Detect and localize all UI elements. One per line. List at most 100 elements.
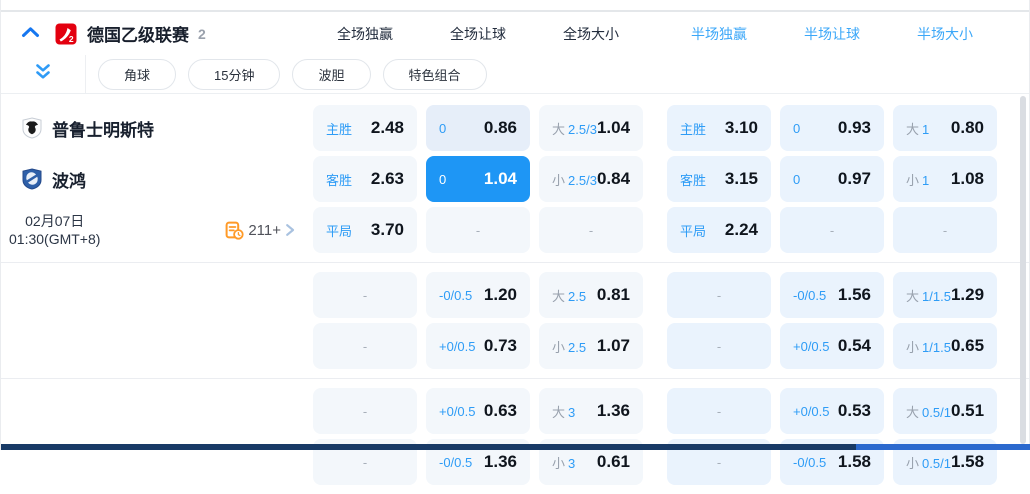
odds-cell-r1-c1[interactable]: 0 1.04: [426, 156, 530, 202]
odds-cell-r3-c4[interactable]: -0/0.5 1.56: [780, 272, 884, 318]
column-header-3[interactable]: 半场独赢: [667, 24, 771, 44]
odds-cell-r1-c0[interactable]: 客胜 2.63: [313, 156, 417, 202]
odds-value: 1.36: [596, 401, 630, 420]
collapse-league-button[interactable]: [17, 26, 43, 41]
odds-cell-r3-c3[interactable]: -: [667, 272, 771, 318]
odds-cell-r1-c3[interactable]: 客胜 3.15: [667, 156, 771, 202]
market-pill-3[interactable]: 特色组合: [382, 58, 487, 90]
odds-cell-r0-c5[interactable]: 大 1 0.80: [893, 105, 997, 151]
odds-cell-r4-c0[interactable]: -: [313, 323, 417, 369]
odds-row: 02月07日 01:30(GMT+8) 211+ 平局 3.70- - 平局 2.24- -: [1, 207, 1029, 253]
odds-cell-r2-c3[interactable]: 平局 2.24: [667, 207, 771, 253]
odds-value: 1.07: [596, 336, 630, 355]
market-pills: 角球 15分钟 波胆 特色组合: [86, 58, 487, 90]
odds-label-prefix: 大: [552, 404, 566, 420]
double-chevron-down-icon: [34, 63, 52, 85]
bottom-bar-segment: [856, 444, 1030, 450]
league-name: 德国乙级联赛: [87, 26, 189, 45]
column-header-0[interactable]: 全场独赢: [313, 24, 417, 44]
market-pill-0[interactable]: 角球: [98, 58, 177, 90]
odds-cell-r5-c1[interactable]: +0/0.5 0.63: [426, 388, 530, 434]
odds-value: 2.63: [370, 169, 404, 188]
odds-cell-r4-c1[interactable]: +0/0.5 0.73: [426, 323, 530, 369]
odds-cell-r0-c2[interactable]: 大 2.5/3 1.04: [539, 105, 643, 151]
odds-cell-r1-c4[interactable]: 0 0.97: [780, 156, 884, 202]
odds-label: 0: [793, 171, 801, 187]
odds-label: 大3: [552, 404, 576, 420]
column-header-4[interactable]: 半场让球: [780, 24, 884, 44]
odds-cell-r3-c1[interactable]: -0/0.5 1.20: [426, 272, 530, 318]
odds-cell-r0-c1[interactable]: 0 0.86: [426, 105, 530, 151]
odds-value: 1.20: [483, 285, 517, 304]
odds-cell-r5-c2[interactable]: 大 3 1.36: [539, 388, 643, 434]
odds-cell-r0-c0[interactable]: 主胜 2.48: [313, 105, 417, 151]
odds-group-0: 普鲁士明斯特 主胜 2.48 0 0.86 大 2.5/3 1.04 主胜 3.10 0 0.93 大 1…: [1, 94, 1029, 262]
league-header-left: 2 德国乙级联赛 2: [1, 21, 309, 46]
odds-cell-r2-c2[interactable]: -: [539, 207, 643, 253]
odds-cell-r2-c0[interactable]: 平局 3.70: [313, 207, 417, 253]
odds-cell-r4-c4[interactable]: +0/0.5 0.54: [780, 323, 884, 369]
odds-cell-r4-c5[interactable]: 小 1/1.5 0.65: [893, 323, 997, 369]
odds-row: 普鲁士明斯特 主胜 2.48 0 0.86 大 2.5/3 1.04 主胜 3.10 0 0.93 大 1…: [1, 105, 1029, 151]
column-header-2[interactable]: 全场大小: [539, 24, 643, 44]
odds-label-prefix: 小: [552, 455, 566, 471]
odds-label: +0/0.5: [439, 403, 476, 419]
odds-cell-r3-c5[interactable]: 大 1/1.5 1.29: [893, 272, 997, 318]
odds-cell-r2-c1[interactable]: -: [426, 207, 530, 253]
odds-cell-r5-c5[interactable]: 大 0.5/1 0.51: [893, 388, 997, 434]
odds-label: 大 1/1.5: [906, 288, 951, 304]
more-markets-button[interactable]: 211+: [225, 221, 295, 240]
odds-group-2: - +0/0.5 0.63 大 3 1.36 - +0/0.5 0.53 大 0.5/1 0.51- -…: [1, 378, 1029, 494]
odds-value: 0.86: [483, 118, 517, 137]
market-pill-2[interactable]: 波胆: [292, 58, 371, 90]
odds-value: 0.63: [483, 401, 517, 420]
odds-label-prefix: 小: [552, 339, 566, 355]
match-date: 02月07日: [25, 213, 85, 229]
odds-value: 0.73: [483, 336, 517, 355]
odds-row: - -0/0.5 1.20 大 2.5 0.81 - -0/0.5 1.56 大 1/1.5 1.29: [1, 272, 1029, 318]
markets-clock-icon: [225, 221, 244, 240]
odds-cell-r5-c4[interactable]: +0/0.5 0.53: [780, 388, 884, 434]
odds-value: 2.24: [724, 220, 758, 239]
column-header-5[interactable]: 半场大小: [893, 24, 997, 44]
odds-value: 1.36: [483, 452, 517, 471]
odds-value: 1.58: [837, 452, 871, 471]
odds-label: 大1: [906, 121, 930, 137]
odds-cell-r5-c3[interactable]: -: [667, 388, 771, 434]
odds-cell-r4-c3[interactable]: -: [667, 323, 771, 369]
odds-label: 小3: [552, 455, 576, 471]
odds-cell-r0-c3[interactable]: 主胜 3.10: [667, 105, 771, 151]
odds-cell-r2-c4[interactable]: -: [780, 207, 884, 253]
muenster-eagle-crest-icon: [21, 117, 43, 139]
bochum-crest-icon: [21, 168, 43, 190]
odds-value: 3.10: [724, 118, 758, 137]
column-header-1[interactable]: 全场让球: [426, 24, 530, 44]
odds-label: +0/0.5: [793, 403, 830, 419]
odds-cell-r1-c2[interactable]: 小 2.5/3 0.84: [539, 156, 643, 202]
expand-markets-button[interactable]: [1, 55, 86, 93]
odds-cell-r3-c2[interactable]: 大 2.5 0.81: [539, 272, 643, 318]
odds-label-prefix: 小: [552, 172, 566, 188]
odds-value: 1.29: [950, 285, 985, 304]
odds-value: 0.65: [950, 336, 985, 355]
odds-label: +0/0.5: [439, 338, 476, 354]
vertical-scrollbar[interactable]: [1020, 96, 1026, 444]
odds-label: 主胜: [326, 121, 353, 137]
odds-label-prefix: 小: [906, 172, 920, 188]
bundesliga2-logo-icon: 2: [55, 23, 77, 45]
odds-cell-r2-c5[interactable]: -: [893, 207, 997, 253]
odds-label-prefix: 大: [906, 288, 920, 304]
odds-value: 1.58: [950, 452, 985, 471]
market-pill-1[interactable]: 15分钟: [188, 58, 281, 90]
match-time: 01:30(GMT+8): [9, 231, 101, 247]
odds-cell-r5-c0[interactable]: -: [313, 388, 417, 434]
odds-cell-r4-c2[interactable]: 小 2.5 1.07: [539, 323, 643, 369]
team-name-home: 普鲁士明斯特: [52, 120, 154, 140]
odds-cell-r3-c0[interactable]: -: [313, 272, 417, 318]
odds-label: 主胜: [680, 121, 707, 137]
odds-label: 大 0.5/1: [906, 404, 951, 420]
odds-cell-r1-c5[interactable]: 小 1 1.08: [893, 156, 997, 202]
odds-cell-r0-c4[interactable]: 0 0.93: [780, 105, 884, 151]
